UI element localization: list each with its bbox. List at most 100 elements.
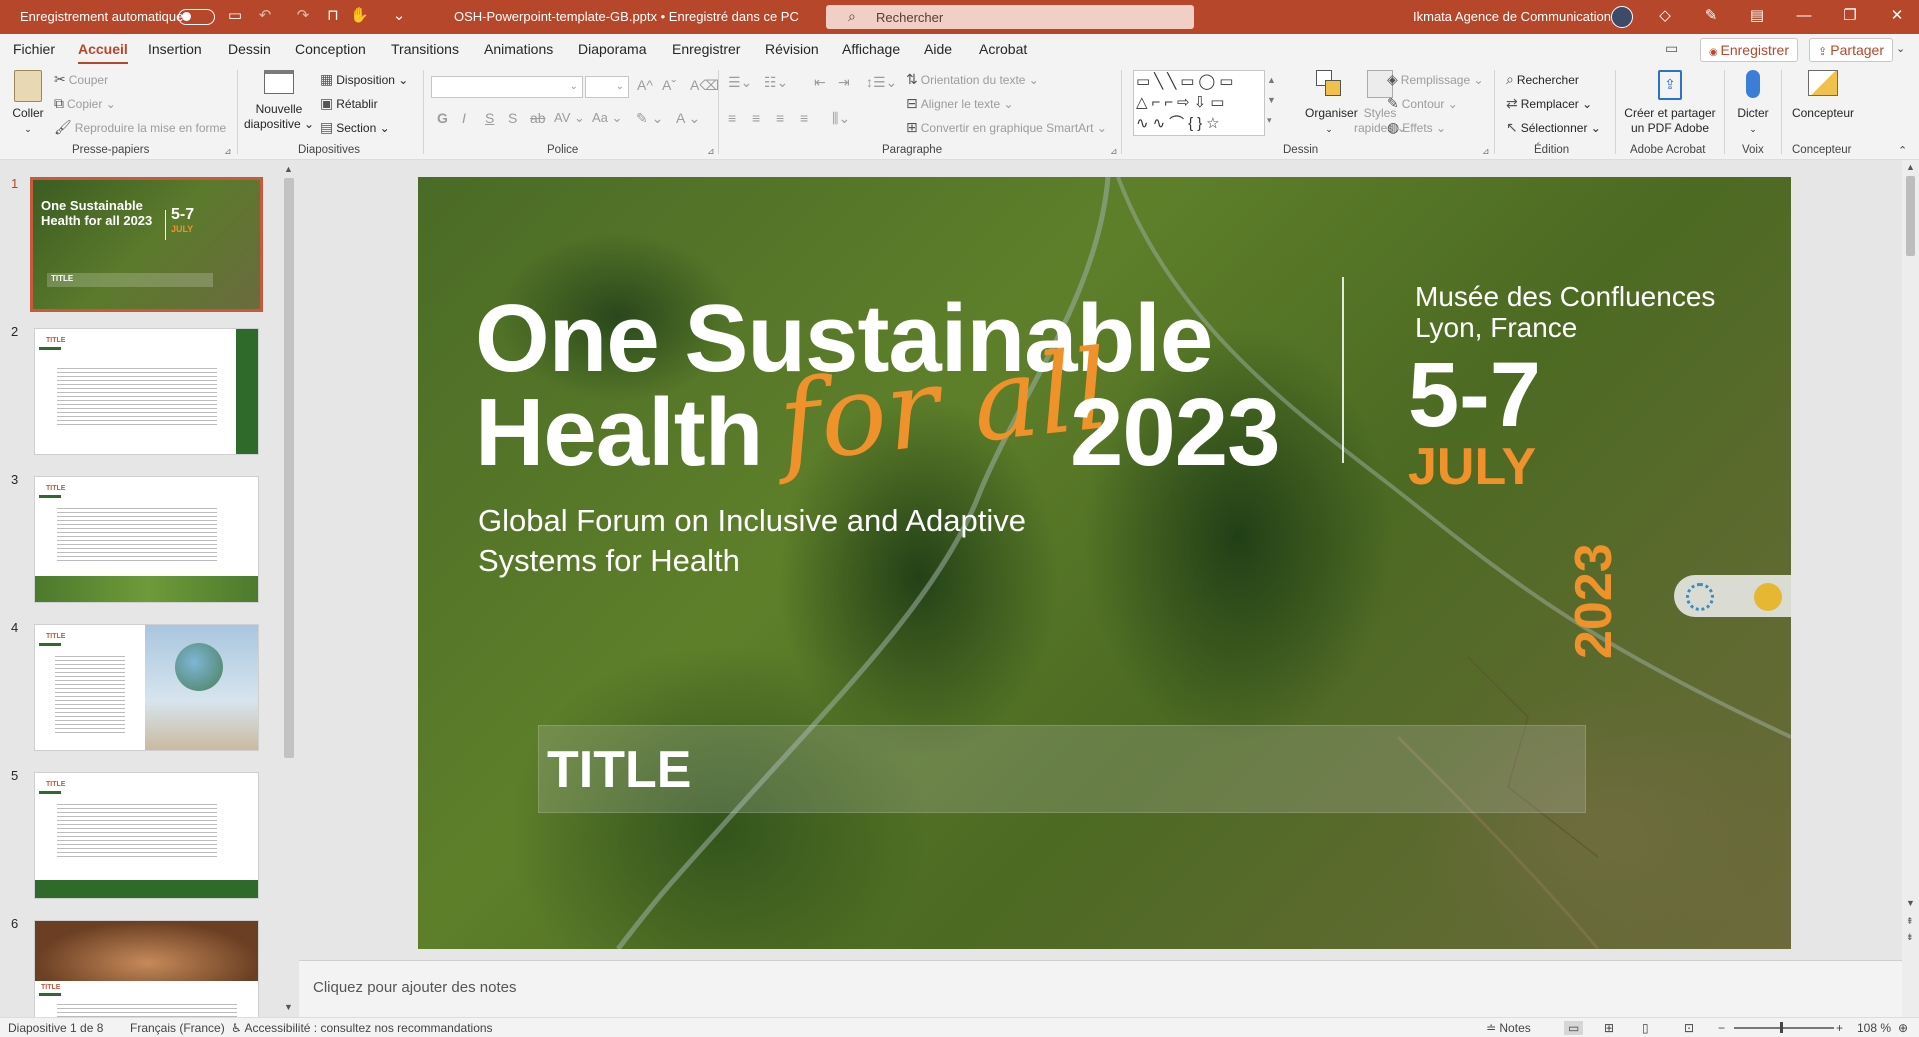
slide-canvas[interactable]: One Sustainable Health for all 2023 Glob… <box>418 177 1791 949</box>
designer-button[interactable]: Concepteur <box>1788 70 1858 121</box>
collapse-ribbon-icon[interactable]: ⌃ <box>1898 144 1907 157</box>
tab-affichage[interactable]: Affichage <box>842 41 900 57</box>
tab-dessin[interactable]: Dessin <box>228 41 271 57</box>
ribbon-display-icon[interactable]: ▤ <box>1748 7 1766 25</box>
avatar[interactable] <box>1611 6 1633 28</box>
zoom-out-icon[interactable]: − <box>1718 1021 1725 1035</box>
text-direction-button[interactable]: ⇅ Orientation du texte ⌄ <box>906 71 1039 88</box>
scroll-down-icon[interactable]: ▼ <box>1906 898 1915 908</box>
language-status[interactable]: Français (France) <box>130 1021 225 1035</box>
reading-view-icon[interactable]: ▯ <box>1642 1021 1649 1035</box>
replace-button[interactable]: ⇄ Remplacer ⌄ <box>1506 95 1592 112</box>
shape-effects-button[interactable]: ◍ Effets ⌄ <box>1387 119 1446 136</box>
share-button[interactable]: ⇪ Partager <box>1809 38 1893 62</box>
bold-icon[interactable]: G <box>437 110 448 126</box>
tab-animations[interactable]: Animations <box>484 41 553 57</box>
fit-slide-icon[interactable]: ⊕ <box>1898 1021 1908 1035</box>
select-button[interactable]: ↖ Sélectionner ⌄ <box>1506 119 1601 136</box>
touch-mode-icon[interactable]: ✋ <box>350 7 369 25</box>
dictate-button[interactable]: Dicter ⌄ <box>1732 70 1774 137</box>
tab-diaporama[interactable]: Diaporama <box>578 41 646 57</box>
increase-indent-icon[interactable]: ⇥ <box>838 74 850 91</box>
align-right-icon[interactable]: ≡ <box>776 110 784 126</box>
chevron-down-icon[interactable]: ⌄ <box>1896 42 1905 55</box>
shape-fill-button[interactable]: ◈ Remplissage ⌄ <box>1387 71 1484 88</box>
slide-sorter-icon[interactable]: ⊞ <box>1604 1021 1614 1035</box>
scroll-up-icon[interactable]: ▲ <box>284 164 293 174</box>
notes-pane[interactable]: Cliquez pour ajouter des notes <box>299 960 1902 1017</box>
underline-icon[interactable]: S <box>485 110 494 126</box>
slide-thumbnail-1[interactable]: One Sustainable Health for all 2023 5-7 … <box>30 177 263 312</box>
cut-button[interactable]: ✂ Couper <box>54 71 108 88</box>
bullets-icon[interactable]: ☰⌄ <box>728 74 752 91</box>
clear-format-icon[interactable]: A⌫ <box>690 77 719 94</box>
zoom-slider-thumb[interactable] <box>1780 1022 1783 1033</box>
smartart-button[interactable]: ⊞ Convertir en graphique SmartArt ⌄ <box>906 119 1107 136</box>
tab-accueil[interactable]: Accueil <box>78 41 128 65</box>
dialog-launcher-icon[interactable]: ⊿ <box>224 146 232 157</box>
zoom-slider[interactable] <box>1734 1027 1834 1029</box>
font-name-select[interactable]: ⌄ <box>431 76 583 98</box>
search-box[interactable]: ⌕ Rechercher <box>826 5 1194 29</box>
tab-acrobat[interactable]: Acrobat <box>979 41 1027 57</box>
char-spacing-icon[interactable]: AV ⌄ <box>554 110 585 126</box>
dialog-launcher-icon[interactable]: ⊿ <box>1110 146 1118 157</box>
slide-thumbnail-3[interactable]: TITLE <box>34 476 259 603</box>
decrease-indent-icon[interactable]: ⇤ <box>814 74 826 91</box>
justify-icon[interactable]: ≡ <box>800 110 808 126</box>
pen-icon[interactable]: ✎ <box>1702 7 1720 25</box>
next-slide-icon[interactable]: ⇟ <box>1906 932 1914 942</box>
slideshow-icon[interactable]: ⊡ <box>1684 1021 1694 1035</box>
dialog-launcher-icon[interactable]: ⊿ <box>707 146 715 157</box>
shapes-gallery[interactable]: ▭╲╲▭◯▭ △⌐⌐⇨⇩▭ ∿∿⌒{}☆ <box>1133 70 1265 136</box>
close-icon[interactable]: ✕ <box>1886 6 1908 26</box>
line-spacing-icon[interactable]: ↕☰⌄ <box>866 74 897 91</box>
title-placeholder-box[interactable]: TITLE <box>538 725 1586 813</box>
columns-icon[interactable]: ⫼⌄ <box>832 110 850 127</box>
scrollbar-thumb[interactable] <box>1906 176 1915 256</box>
tab-revision[interactable]: Révision <box>765 41 819 57</box>
tab-aide[interactable]: Aide <box>924 41 952 57</box>
tab-transitions[interactable]: Transitions <box>391 41 459 57</box>
save-icon[interactable]: ▭ <box>226 7 244 25</box>
align-text-button[interactable]: ⊟ Aligner le texte ⌄ <box>906 95 1014 112</box>
slide-thumbnail-5[interactable]: TITLE <box>34 772 259 899</box>
font-color-icon[interactable]: A ⌄ <box>676 110 700 127</box>
strikethrough-icon[interactable]: ab <box>530 110 546 126</box>
customize-qat-icon[interactable]: ⌄ <box>390 7 408 25</box>
slide-thumbnail-6[interactable]: TITLE <box>34 920 259 1017</box>
autosave-toggle[interactable] <box>178 9 215 25</box>
scroll-down-icon[interactable]: ▼ <box>284 1002 293 1012</box>
italic-icon[interactable]: I <box>462 110 466 126</box>
change-case-icon[interactable]: Aa ⌄ <box>592 110 622 126</box>
undo-icon[interactable]: ↶ <box>256 7 274 25</box>
notes-toggle[interactable]: ≐ Notes <box>1486 1021 1531 1035</box>
comments-icon[interactable]: ▭ <box>1665 40 1678 57</box>
find-button[interactable]: ⌕ Rechercher <box>1506 71 1579 88</box>
format-painter-button[interactable]: 🖌 Reproduire la mise en forme <box>54 119 226 136</box>
save-button[interactable]: ◉ Enregistrer <box>1700 38 1798 62</box>
section-button[interactable]: ▤ Section ⌄ <box>320 119 390 136</box>
redo-icon[interactable]: ↷ <box>294 7 312 25</box>
zoom-in-icon[interactable]: + <box>1836 1021 1843 1035</box>
font-size-select[interactable]: ⌄ <box>585 76 629 98</box>
new-slide-button[interactable]: Nouvelle diapositive ⌄ <box>243 70 315 132</box>
minimize-icon[interactable]: — <box>1793 6 1815 26</box>
reset-button[interactable]: ▣ Rétablir <box>320 95 378 112</box>
highlight-icon[interactable]: ✎ ⌄ <box>636 110 663 127</box>
premium-diamond-icon[interactable]: ◇ <box>1656 7 1674 25</box>
account-name[interactable]: Ikmata Agence de Communication <box>1413 9 1611 24</box>
scroll-up-icon[interactable]: ▲ <box>1906 162 1915 172</box>
numbering-icon[interactable]: ☷⌄ <box>764 74 788 91</box>
zoom-level[interactable]: 108 % <box>1857 1021 1891 1035</box>
accessibility-status[interactable]: ♿ Accessibilité : consultez nos recomman… <box>231 1021 493 1035</box>
thumbnail-scrollbar[interactable]: ▲ ▼ <box>281 162 297 1017</box>
align-center-icon[interactable]: ≡ <box>752 110 760 126</box>
gallery-scroll-icon[interactable]: ▲ ▼ ▾ <box>1267 70 1276 130</box>
shrink-font-icon[interactable]: Aˇ <box>662 77 676 93</box>
create-pdf-button[interactable]: ⇪ Créer et partager un PDF Adobe <box>1622 70 1718 136</box>
slide-thumbnail-2[interactable]: TITLE <box>34 328 259 455</box>
tab-conception[interactable]: Conception <box>295 41 366 57</box>
tab-fichier[interactable]: Fichier <box>13 41 55 57</box>
grow-font-icon[interactable]: A^ <box>637 77 653 93</box>
